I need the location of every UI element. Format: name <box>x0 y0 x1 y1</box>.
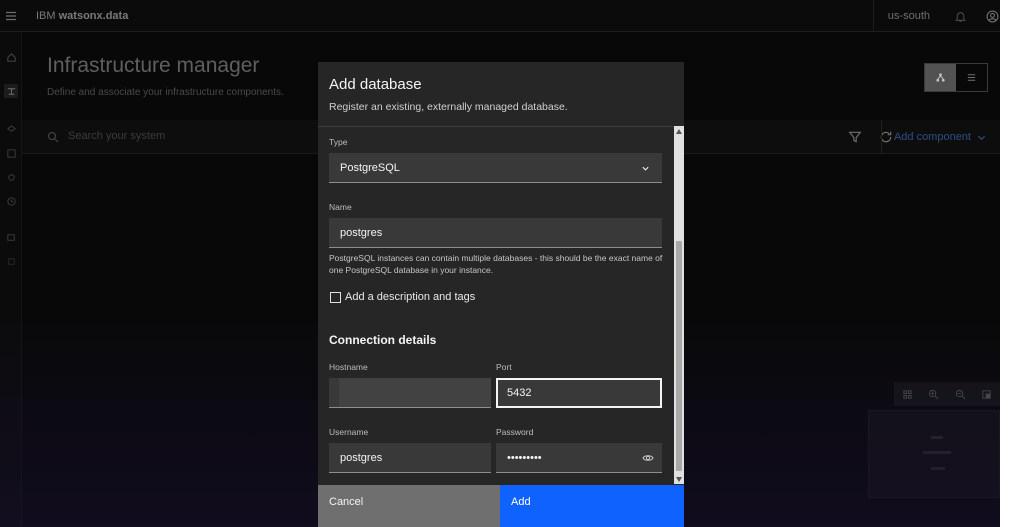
access-icon[interactable] <box>4 230 18 244</box>
port-label: Port <box>496 362 512 372</box>
add-component-button[interactable]: Add component <box>880 120 998 154</box>
zoom-out-icon[interactable] <box>947 382 974 406</box>
canvas-minimap[interactable] <box>868 410 1000 498</box>
add-button[interactable]: Add <box>500 485 684 527</box>
filter-icon[interactable] <box>848 130 862 144</box>
port-input[interactable]: 5432 <box>496 378 662 408</box>
infrastructure-icon[interactable] <box>4 84 18 98</box>
description-checkbox[interactable] <box>330 292 341 303</box>
left-navigation-rail <box>0 32 22 527</box>
username-label: Username <box>329 427 369 437</box>
password-value: ••••••••• <box>507 451 542 464</box>
hostname-input[interactable] <box>329 378 491 408</box>
password-input[interactable]: ••••••••• <box>496 443 662 473</box>
type-value: PostgreSQL <box>340 161 400 174</box>
scrollbar-thumb[interactable] <box>676 241 682 471</box>
password-label: Password <box>496 427 534 437</box>
view-password-icon[interactable] <box>642 453 654 463</box>
scroll-down-icon[interactable] <box>674 474 684 484</box>
query-history-icon[interactable] <box>4 194 18 208</box>
notification-icon[interactable] <box>944 0 976 32</box>
list-view-icon[interactable] <box>956 64 987 91</box>
modal-scrollbar[interactable] <box>674 126 684 484</box>
username-value: postgres <box>340 451 383 464</box>
search-input[interactable]: Search your system <box>68 130 165 142</box>
name-value: postgres <box>340 226 383 239</box>
user-icon[interactable] <box>976 0 1000 32</box>
fit-icon[interactable] <box>894 382 921 406</box>
add-component-label: Add component <box>893 131 971 143</box>
brand-prefix: IBM <box>36 9 56 22</box>
hostname-label: Hostname <box>329 362 368 372</box>
brand-name: watsonx.data <box>58 9 129 22</box>
name-label: Name <box>329 202 352 212</box>
name-input[interactable]: postgres <box>329 218 662 248</box>
region-selector[interactable]: us-south <box>872 0 944 32</box>
port-value: 5432 <box>507 387 532 399</box>
chevron-down-icon <box>977 135 986 140</box>
menu-icon[interactable] <box>0 0 22 32</box>
access-control-icon[interactable] <box>4 170 18 184</box>
zoom-in-icon[interactable] <box>921 382 948 406</box>
search-icon <box>48 132 59 143</box>
configurations-icon[interactable] <box>4 254 18 268</box>
description-checkbox-label[interactable]: Add a description and tags <box>345 291 475 303</box>
view-switcher <box>924 63 988 92</box>
topology-view-icon[interactable] <box>925 64 956 91</box>
cancel-button[interactable]: Cancel <box>318 485 500 527</box>
page-title: Infrastructure manager <box>47 54 260 77</box>
modal-subtitle: Register an existing, externally managed… <box>329 101 568 113</box>
type-dropdown[interactable]: PostgreSQL <box>329 153 662 183</box>
modal-title: Add database <box>329 76 422 93</box>
product-name[interactable]: IBM watsonx.data <box>36 10 128 22</box>
connection-details-heading: Connection details <box>329 333 437 347</box>
page-subtitle: Define and associate your infrastructure… <box>47 87 284 98</box>
canvas-zoom-controls <box>894 382 1000 406</box>
redacted-hostname <box>339 378 491 407</box>
add-database-modal: Add database Register an existing, exter… <box>318 62 684 527</box>
name-helper-text: PostgreSQL instances can contain multipl… <box>329 253 663 275</box>
query-workspace-icon[interactable] <box>4 146 18 160</box>
minimap-icon[interactable] <box>974 382 1001 406</box>
type-label: Type <box>329 137 348 147</box>
home-icon[interactable] <box>4 50 18 64</box>
data-manager-icon[interactable] <box>4 122 18 136</box>
scroll-up-icon[interactable] <box>674 126 684 136</box>
modal-body: Type PostgreSQL Name postgres PostgreSQL… <box>318 126 674 484</box>
chevron-down-icon <box>642 166 649 171</box>
top-header: IBM watsonx.data us-south <box>0 0 1000 32</box>
username-input[interactable]: postgres <box>329 443 491 473</box>
